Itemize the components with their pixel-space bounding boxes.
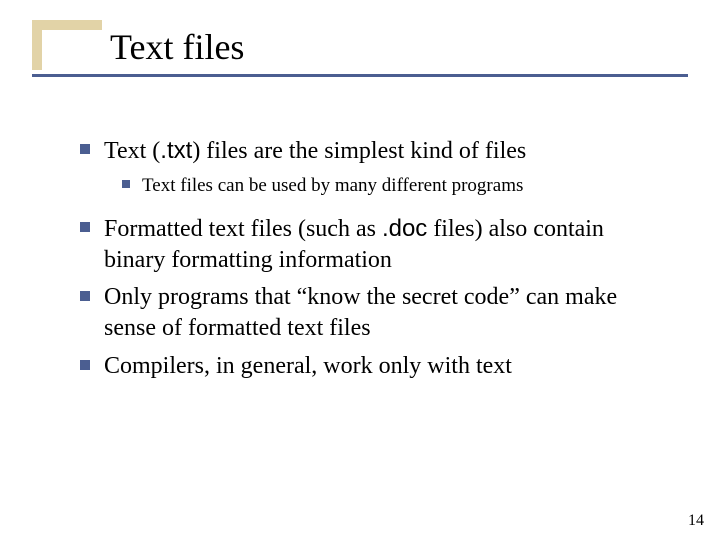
square-bullet-icon (80, 360, 90, 370)
square-bullet-icon (80, 222, 90, 232)
title-decoration (32, 20, 102, 70)
text-run: ) files are the simplest kind of files (192, 138, 526, 164)
title-decoration-side (32, 20, 42, 70)
bullet-item: Formatted text files (such as .doc files… (80, 213, 660, 276)
page-number: 14 (688, 512, 704, 530)
code-run: .doc (382, 215, 427, 242)
text-run: Text ( (104, 138, 160, 164)
bullet-text: Formatted text files (such as .doc files… (104, 213, 660, 276)
code-run: .txt (160, 137, 192, 164)
slide-body: Text (.txt) files are the simplest kind … (80, 135, 660, 388)
bullet-text: Only programs that “know the secret code… (104, 282, 660, 344)
bullet-text: Compilers, in general, work only with te… (104, 351, 512, 382)
title-area: Text files (32, 20, 592, 74)
sub-bullet-text: Text files can be used by many different… (142, 173, 523, 199)
square-bullet-icon (80, 144, 90, 154)
text-run: Formatted text files (such as (104, 216, 382, 242)
bullet-item: Text (.txt) files are the simplest kind … (80, 135, 660, 167)
bullet-item: Compilers, in general, work only with te… (80, 351, 660, 382)
bullet-text: Text (.txt) files are the simplest kind … (104, 135, 526, 167)
slide-title: Text files (110, 26, 244, 68)
slide: Text files Text (.txt) files are the sim… (0, 0, 720, 540)
sub-bullet-item: Text files can be used by many different… (122, 173, 660, 199)
square-bullet-icon (80, 291, 90, 301)
square-bullet-icon (122, 180, 130, 188)
title-underline (32, 74, 688, 77)
title-decoration-top (32, 20, 102, 30)
bullet-item: Only programs that “know the secret code… (80, 282, 660, 344)
